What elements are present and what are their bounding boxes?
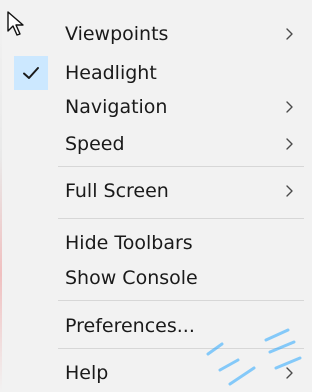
menu-item-label: Full Screen [65, 180, 169, 202]
menu-item-navigation[interactable]: Navigation [14, 90, 310, 124]
chevron-right-icon [286, 367, 293, 379]
menu-item-headlight[interactable]: Headlight [14, 56, 310, 90]
menu-item-full-screen[interactable]: Full Screen [14, 174, 310, 208]
menu-item-label: Preferences... [65, 315, 195, 337]
context-menu: Viewpoints Headlight Navigation Speed Fu… [0, 0, 312, 392]
checkmark-icon [23, 67, 39, 79]
menu-item-label: Help [65, 362, 109, 384]
menu-item-label: Viewpoints [65, 23, 169, 45]
mouse-pointer-icon [7, 11, 24, 36]
menu-separator [58, 300, 304, 301]
menu-item-label: Show Console [65, 267, 198, 289]
chevron-right-icon [286, 138, 293, 150]
chevron-right-icon [286, 28, 293, 40]
menu-item-help[interactable]: Help [14, 356, 310, 390]
menu-item-preferences[interactable]: Preferences... [14, 309, 310, 343]
chevron-right-icon [286, 101, 293, 113]
menu-item-show-console[interactable]: Show Console [14, 261, 310, 295]
menu-item-label: Navigation [65, 96, 168, 118]
menu-item-viewpoints[interactable]: Viewpoints [14, 17, 310, 51]
menu-left-edge [0, 0, 2, 392]
menu-item-hide-toolbars[interactable]: Hide Toolbars [14, 226, 310, 260]
chevron-right-icon [286, 185, 293, 197]
menu-separator [58, 166, 304, 167]
menu-separator [58, 218, 304, 219]
menu-item-label: Speed [65, 133, 125, 155]
menu-item-label: Headlight [65, 62, 157, 84]
menu-item-label: Hide Toolbars [65, 232, 193, 254]
menu-item-speed[interactable]: Speed [14, 127, 310, 161]
menu-separator [58, 348, 304, 349]
